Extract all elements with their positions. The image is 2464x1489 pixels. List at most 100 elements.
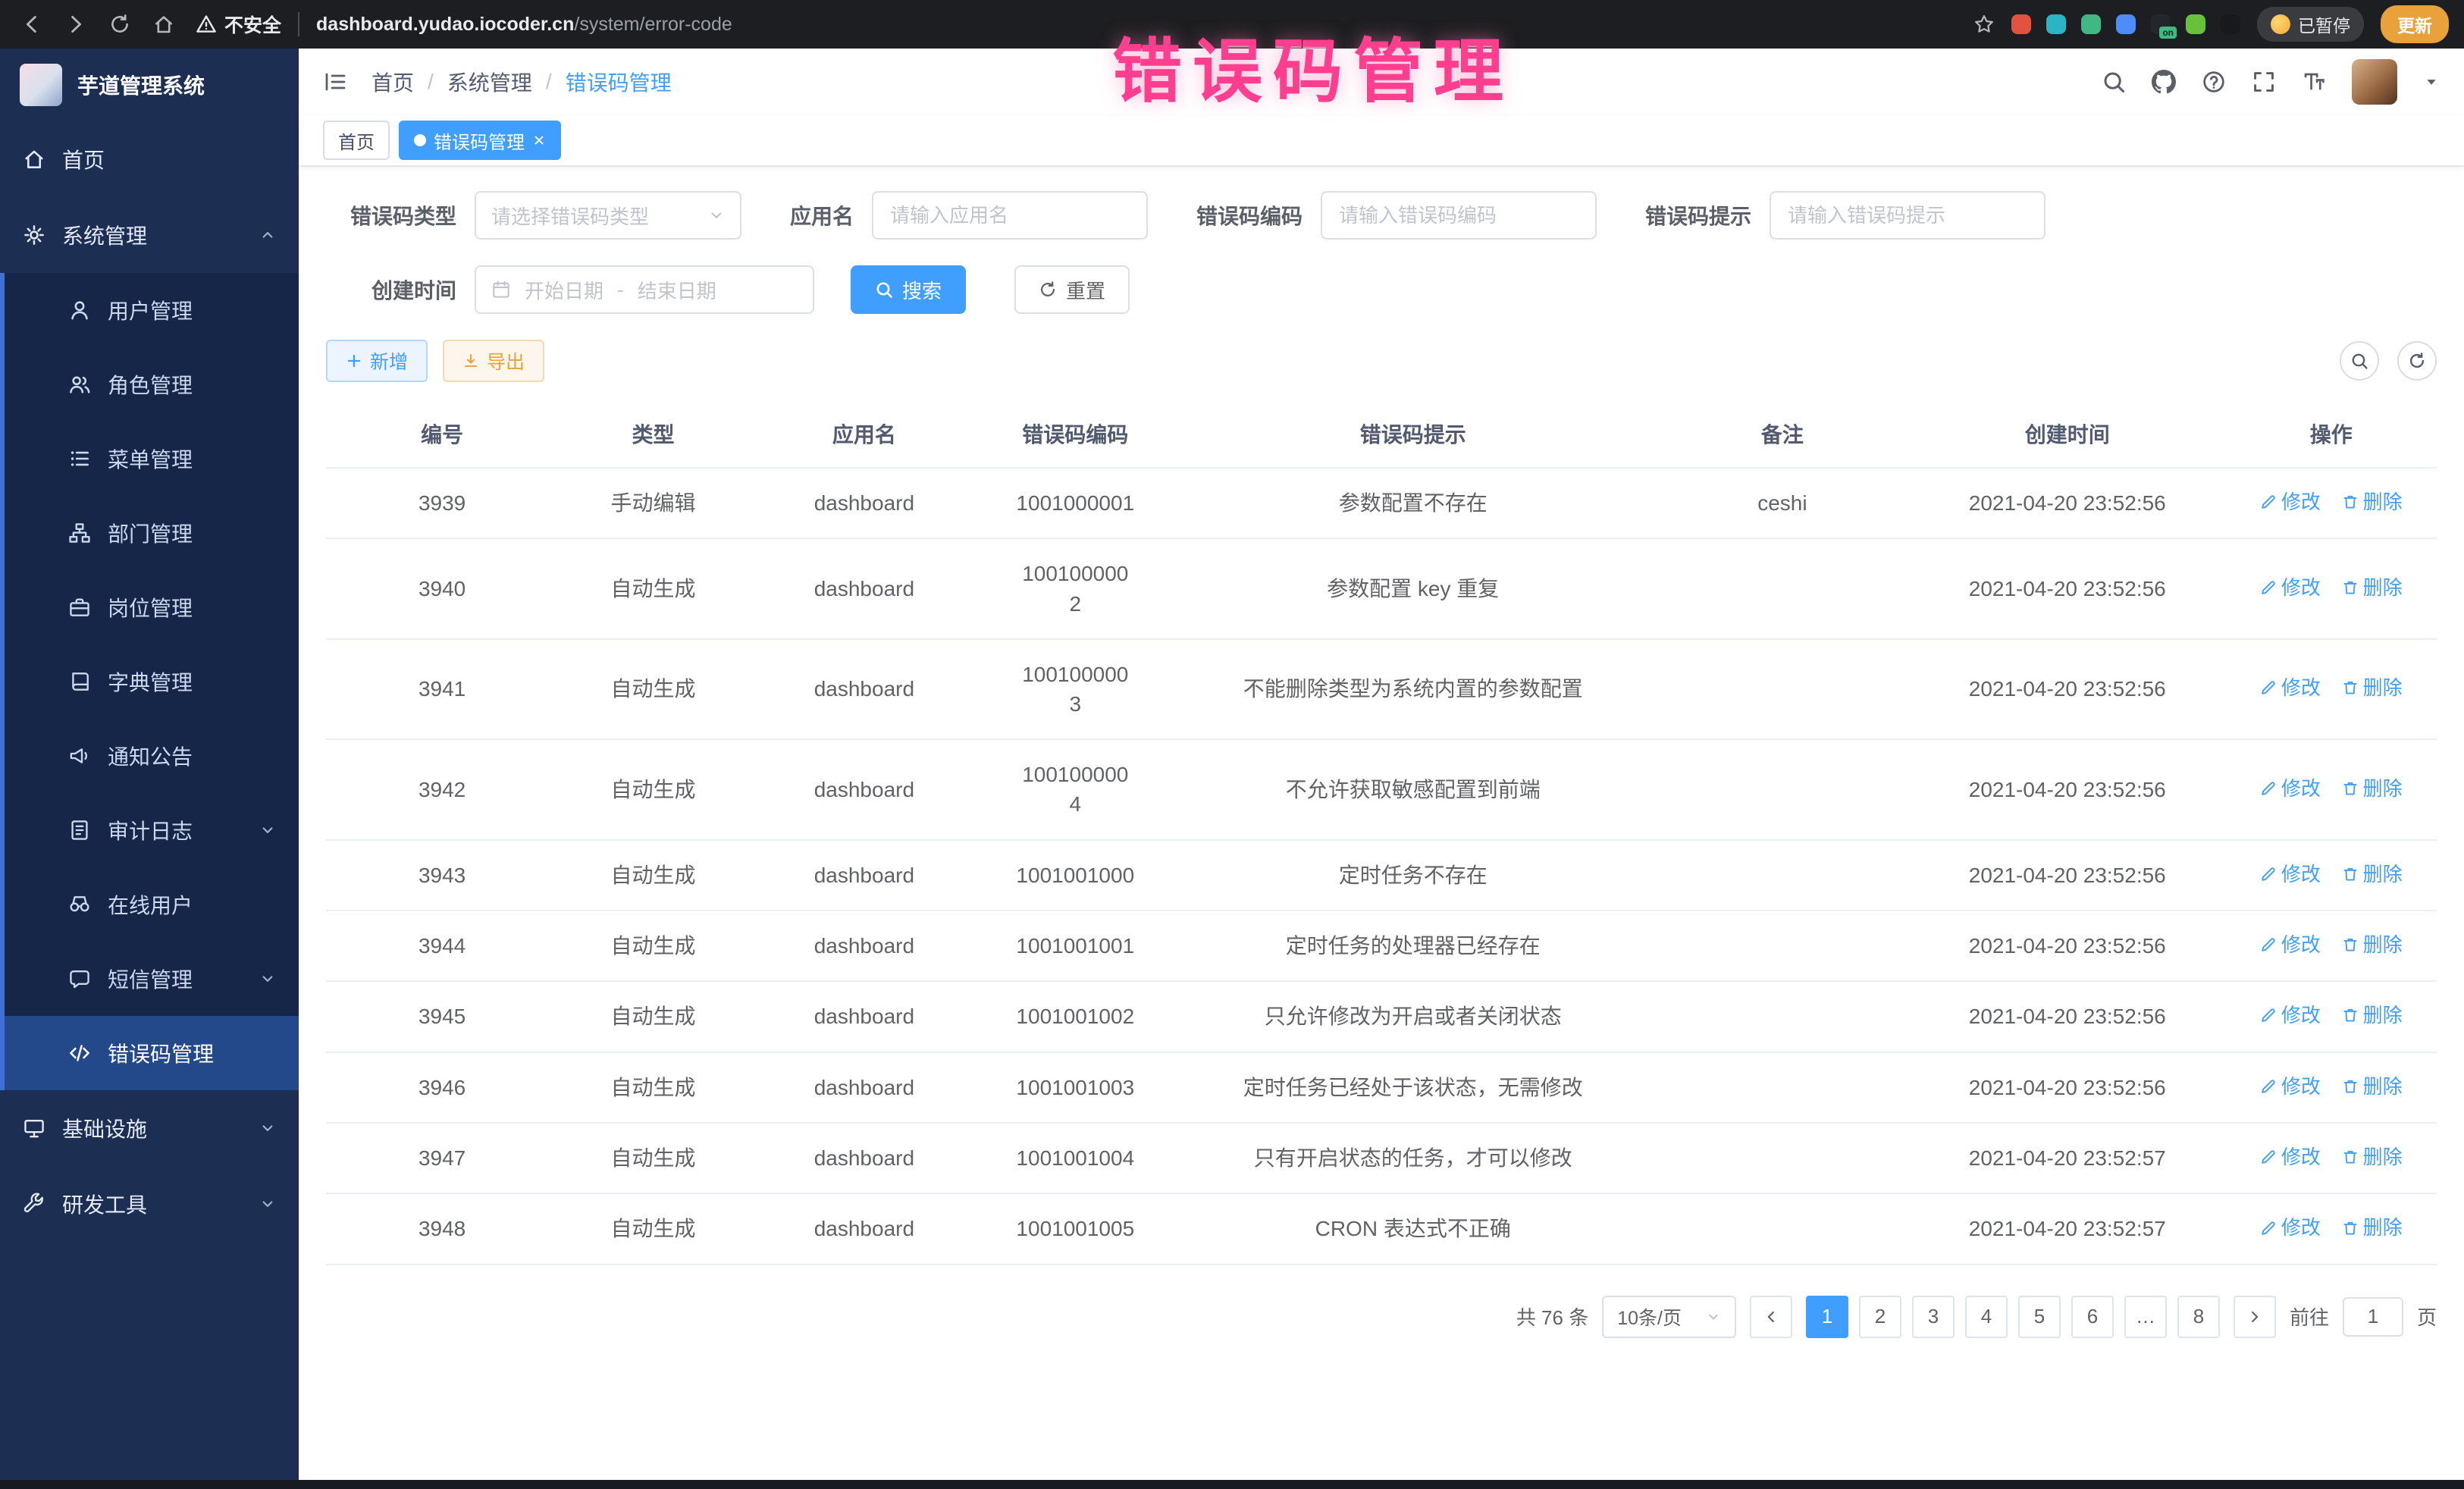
goto-page-input[interactable] [2343,1297,2403,1337]
sidebar-item[interactable]: 首页 [0,121,299,197]
error-type-select[interactable]: 请选择错误码类型 [475,191,741,240]
edit-link[interactable]: 修改 [2260,1073,2321,1100]
breadcrumb-item[interactable]: 首页 [371,67,414,97]
extension-icon[interactable] [2186,14,2205,34]
delete-link[interactable]: 删除 [2342,1073,2403,1100]
cell-remark [1656,1193,1909,1264]
edit-link[interactable]: 修改 [2260,860,2321,888]
app-logo-row[interactable]: 芋道管理系统 [0,49,299,121]
refresh-table-button[interactable] [2397,341,2437,381]
edit-link[interactable]: 修改 [2260,574,2321,601]
delete-link[interactable]: 删除 [2342,1002,2403,1029]
page-ellipsis[interactable]: … [2124,1296,2167,1338]
edit-link[interactable]: 修改 [2260,775,2321,802]
avatar[interactable] [2352,59,2397,105]
fullscreen-icon[interactable] [2252,70,2276,94]
download-icon [462,353,479,369]
sidebar-item[interactable]: 短信管理 [5,942,299,1016]
page-button[interactable]: 1 [1806,1296,1848,1338]
edit-link[interactable]: 修改 [2260,488,2321,516]
browser-update-button[interactable]: 更新 [2381,5,2449,43]
sidebar-item[interactable]: 字典管理 [5,644,299,719]
delete-link[interactable]: 删除 [2342,1214,2403,1241]
bookmark-star-icon[interactable] [1973,14,1995,35]
sidebar-item[interactable]: 错误码管理 [5,1016,299,1090]
breadcrumb-item[interactable]: 错误码管理 [566,67,672,97]
font-size-icon[interactable] [2302,70,2326,94]
delete-link[interactable]: 删除 [2342,775,2403,802]
help-icon[interactable] [2202,70,2226,94]
delete-link[interactable]: 删除 [2342,488,2403,516]
sidebar-item[interactable]: 通知公告 [5,719,299,793]
extension-icon[interactable] [2011,14,2031,34]
search-button[interactable]: 搜索 [851,265,966,314]
edit-link[interactable]: 修改 [2260,674,2321,701]
back-icon[interactable] [21,14,42,35]
sidebar-item[interactable]: 部门管理 [5,496,299,570]
tab-close-icon[interactable] [532,133,546,147]
error-code-input[interactable] [1321,191,1597,240]
sidebar-item[interactable]: 基础设施 [0,1090,299,1166]
address-bar[interactable]: 不安全 dashboard.yudao.iocoder.cn/system/er… [196,11,1958,38]
page-button[interactable]: 5 [2018,1296,2061,1338]
error-hint-input[interactable] [1770,191,2045,240]
edit-link[interactable]: 修改 [2260,931,2321,958]
reload-icon[interactable] [109,14,130,35]
sidebar-item[interactable]: 系统管理 [0,197,299,273]
tab-error-code[interactable]: 错误码管理 [399,121,561,160]
forward-icon[interactable] [65,14,86,35]
page-button[interactable]: 3 [1912,1296,1955,1338]
cell-id: 3941 [326,639,558,739]
prev-page-button[interactable] [1750,1296,1792,1338]
delete-link[interactable]: 删除 [2342,674,2403,701]
cell-id: 3948 [326,1193,558,1264]
tab-home[interactable]: 首页 [323,121,390,160]
extension-icon[interactable] [2046,14,2066,34]
breadcrumb-item[interactable]: 系统管理 [447,67,532,97]
browser-home-icon[interactable] [153,14,174,35]
sidebar-item[interactable]: 角色管理 [5,347,299,422]
sidebar-item[interactable]: 菜单管理 [5,422,299,496]
extension-icon[interactable]: on [2151,14,2171,34]
search-icon[interactable] [2102,70,2126,94]
add-button[interactable]: 新增 [326,340,428,382]
extension-icon[interactable] [2116,14,2136,34]
profile-paused-badge[interactable]: 已暂停 [2257,7,2364,42]
delete-link[interactable]: 删除 [2342,931,2403,958]
page-button[interactable]: 4 [1965,1296,2008,1338]
collapse-sidebar-icon[interactable] [323,70,347,94]
page-size-select[interactable]: 10条/页 [1602,1296,1736,1338]
sidebar-item[interactable]: 在线用户 [5,867,299,942]
sidebar-item[interactable]: 用户管理 [5,273,299,347]
security-warning[interactable]: 不安全 [196,11,281,38]
browser-nav [15,14,180,35]
table-row: 3941 自动生成 dashboard 1001000003 不能删除类型为系统… [326,639,2437,739]
extension-icon[interactable] [2221,14,2240,34]
sidebar-item[interactable]: 研发工具 [0,1166,299,1242]
github-icon[interactable] [2152,70,2176,94]
online-icon [68,893,91,916]
edit-link[interactable]: 修改 [2260,1143,2321,1171]
export-button[interactable]: 导出 [443,340,544,382]
caret-down-icon[interactable] [2423,74,2440,90]
app-name-input[interactable] [872,191,1148,240]
edit-link[interactable]: 修改 [2260,1214,2321,1241]
create-time-range-picker[interactable]: 开始日期 - 结束日期 [475,265,814,314]
delete-icon [2342,936,2359,953]
delete-link[interactable]: 删除 [2342,574,2403,601]
edit-link[interactable]: 修改 [2260,1002,2321,1029]
cell-hint: 只有开启状态的任务，才可以修改 [1171,1123,1656,1193]
page-button[interactable]: 2 [1859,1296,1901,1338]
page-button[interactable]: 8 [2177,1296,2220,1338]
show-search-toggle[interactable] [2340,341,2379,381]
sidebar-item[interactable]: 审计日志 [5,793,299,867]
delete-link[interactable]: 删除 [2342,1143,2403,1171]
sidebar-item[interactable]: 岗位管理 [5,570,299,644]
next-page-button[interactable] [2234,1296,2276,1338]
extension-icon[interactable] [2081,14,2101,34]
reset-button[interactable]: 重置 [1014,265,1130,314]
page-button[interactable]: 6 [2071,1296,2114,1338]
cell-actions: 修改 删除 [2226,1052,2437,1123]
delete-link[interactable]: 删除 [2342,860,2403,888]
delete-icon [2342,1149,2359,1165]
